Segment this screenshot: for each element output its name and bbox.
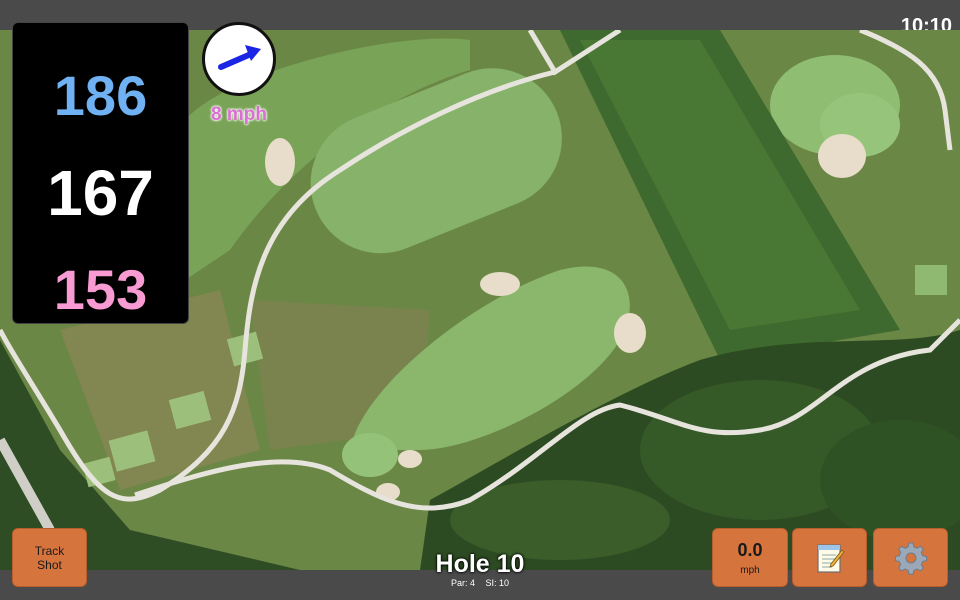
center-distance: 167 [47,157,154,229]
hole-stroke-index: SI: 10 [485,578,510,588]
hole-title: Hole 10 [435,550,525,578]
wind-direction-arrow-icon [218,45,261,70]
hole-info: Par: 4 SI: 10 [380,578,580,588]
wind-speed-label: 8 mph [211,104,267,125]
notes-button[interactable] [792,528,867,587]
track-shot-button[interactable]: Track Shot [12,528,87,587]
track-shot-label-line1: Track [34,543,65,558]
notepad-icon [816,543,845,573]
speed-value: 0.0 [737,539,763,560]
speed-button[interactable]: 0.0 mph [712,528,788,587]
speed-unit: mph [740,564,760,576]
hole-par: Par: 4 [450,578,475,588]
settings-button[interactable] [873,528,948,587]
back-distance: 186 [53,64,148,127]
wind-indicator[interactable] [202,22,276,96]
front-distance: 153 [53,258,148,321]
track-shot-label-line2: Shot [37,557,62,572]
distance-panel: 186 167 153 [12,22,189,324]
gear-icon [894,542,927,575]
